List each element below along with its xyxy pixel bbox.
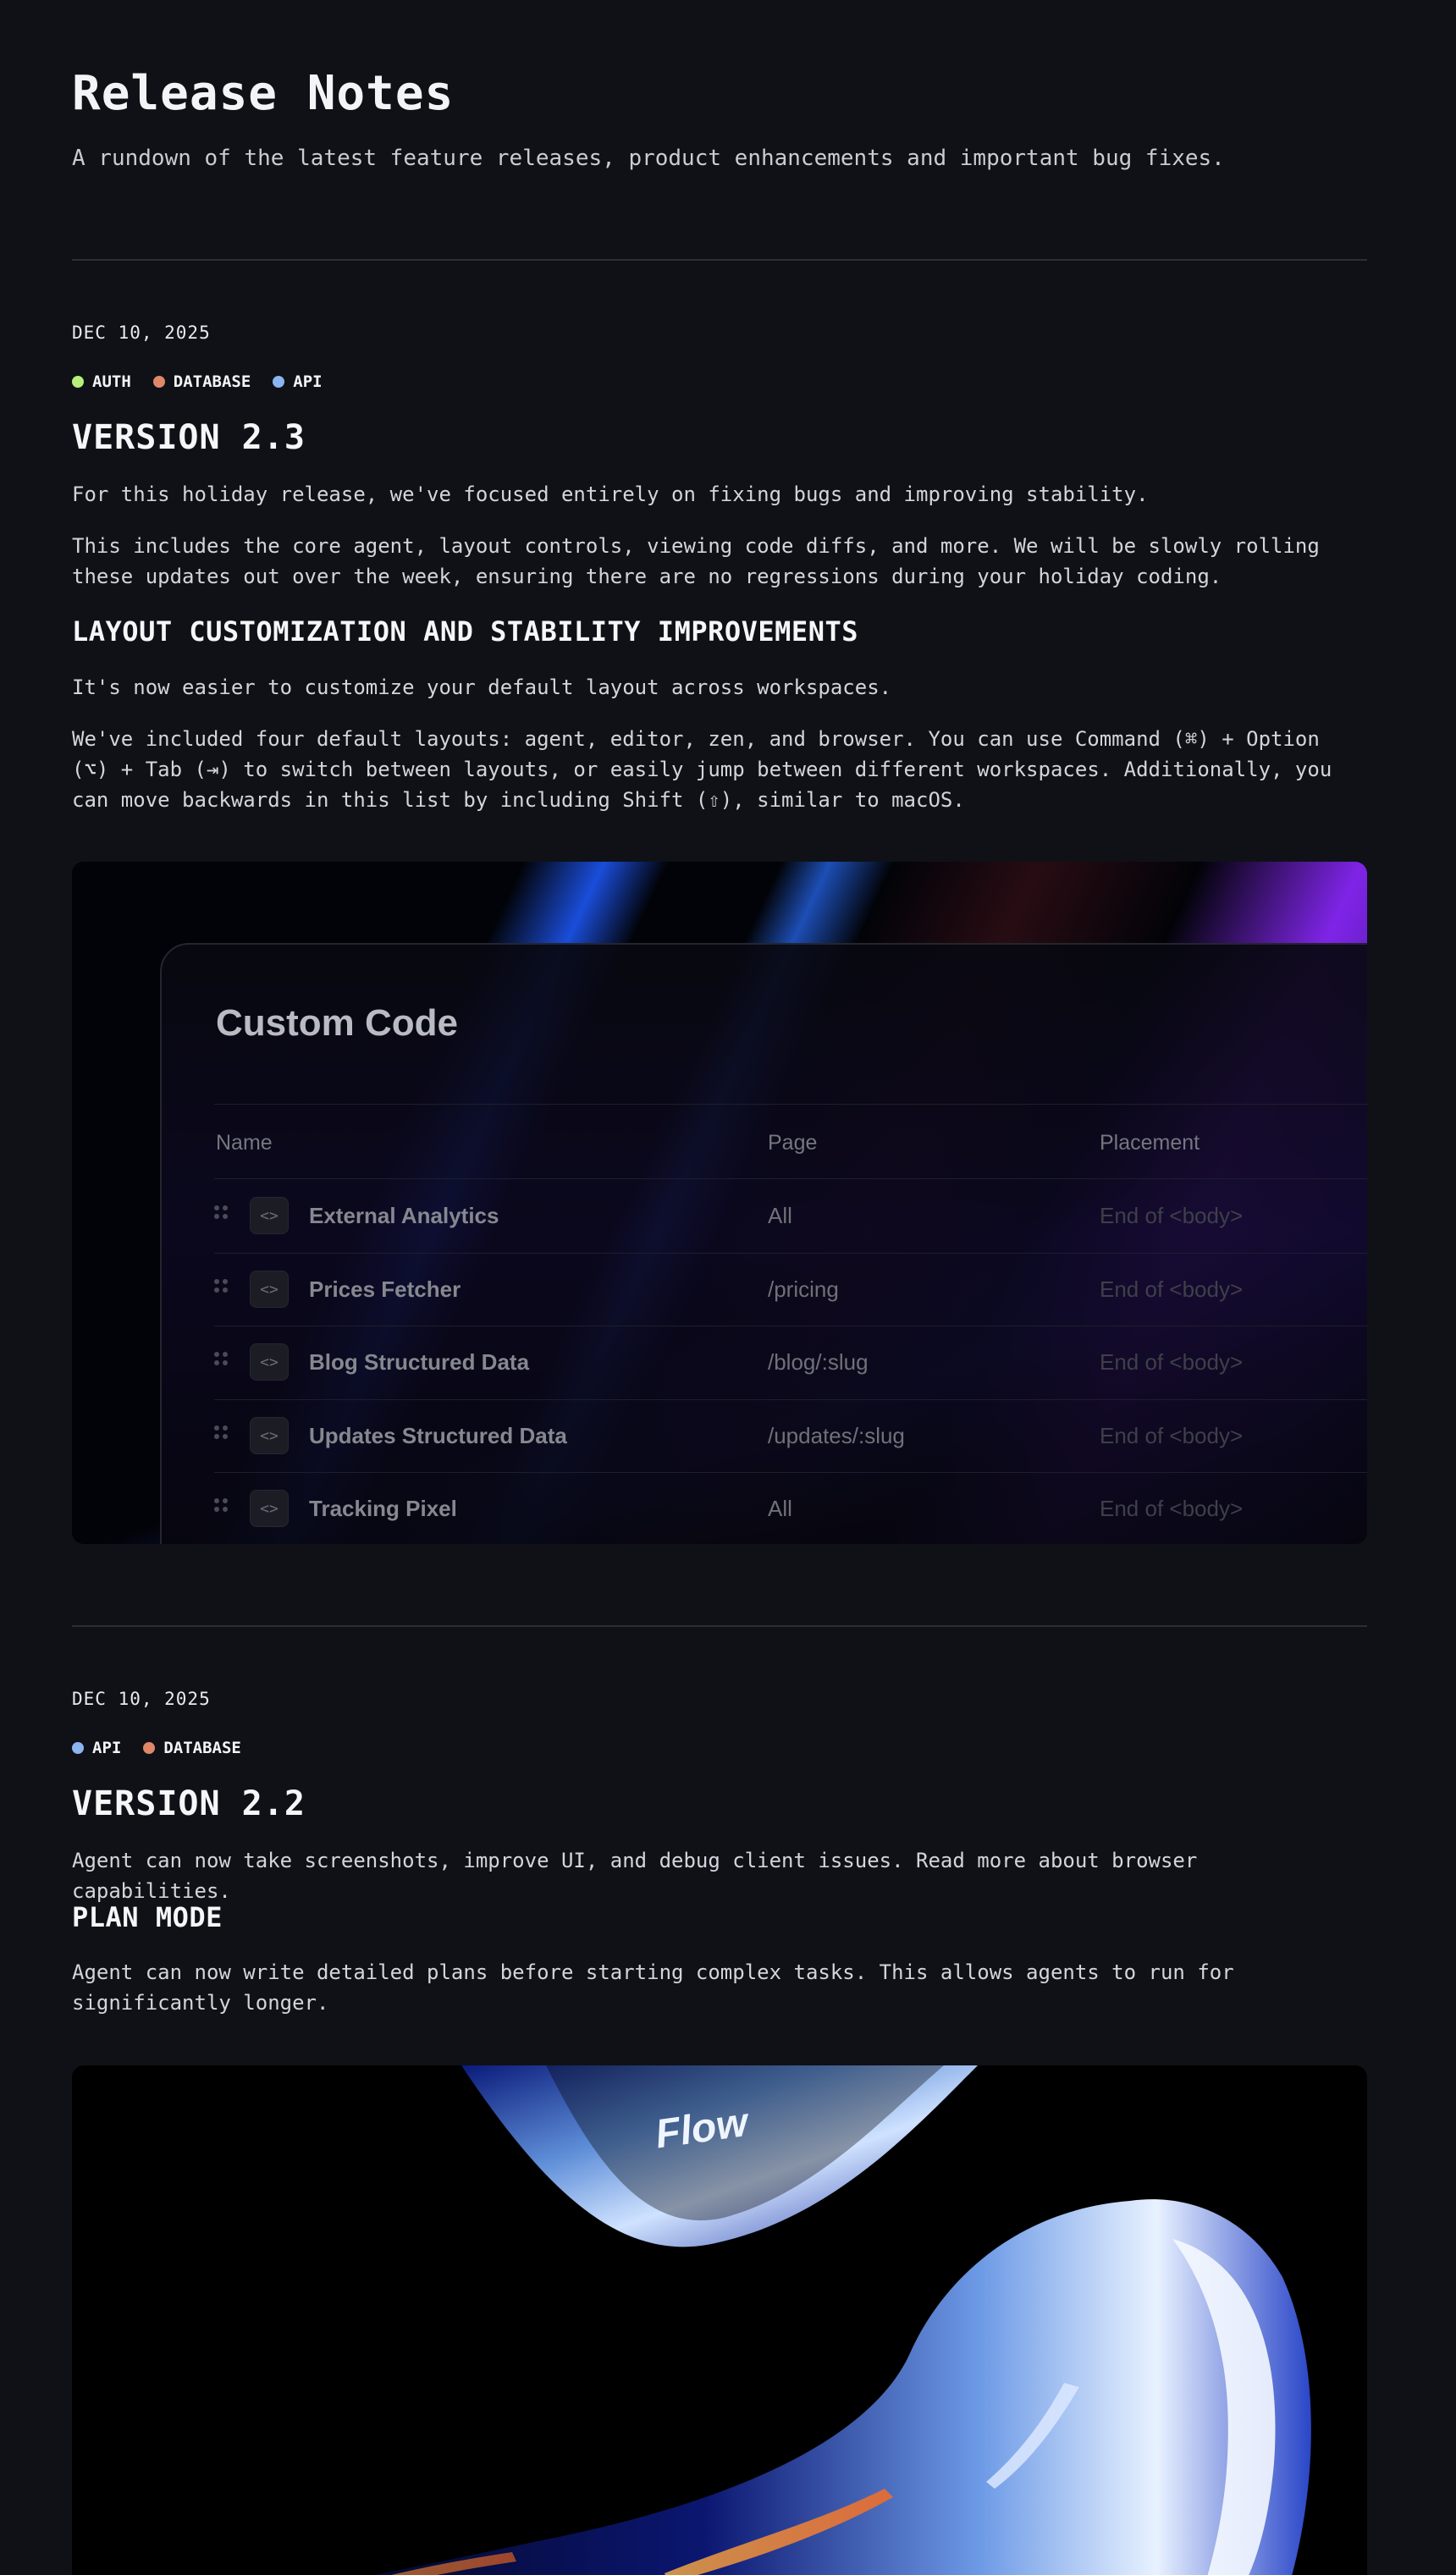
row-placement: End of <body> — [1100, 1423, 1244, 1448]
drag-handle-icon — [214, 1205, 229, 1221]
table-row: <> Updates Structured Data /updates/:slu… — [214, 1400, 1367, 1473]
tag-label: DATABASE — [163, 1739, 241, 1757]
column-header-name: Name — [216, 1131, 273, 1155]
row-page: /pricing — [768, 1276, 839, 1302]
drag-handle-icon — [214, 1498, 229, 1514]
tag-list: API DATABASE — [72, 1739, 241, 1757]
tag-database[interactable]: DATABASE — [143, 1739, 241, 1757]
tag-label: API — [293, 372, 323, 391]
row-page: All — [768, 1203, 792, 1228]
row-name: Prices Fetcher — [309, 1276, 461, 1302]
release-paragraph: Agent can now take screenshots, improve … — [72, 1849, 1198, 1903]
divider — [72, 1625, 1367, 1627]
page-subtitle: A rundown of the latest feature releases… — [72, 146, 1225, 171]
code-icon: <> — [250, 1417, 289, 1454]
table-row: <> Prices Fetcher /pricing End of <body> — [214, 1254, 1367, 1326]
row-placement: End of <body> — [1100, 1203, 1244, 1228]
drag-handle-icon — [214, 1279, 229, 1294]
column-header-placement: Placement — [1100, 1131, 1200, 1155]
version-heading: VERSION 2.3 — [72, 418, 306, 457]
tag-database[interactable]: DATABASE — [152, 372, 251, 391]
release-paragraph: For this holiday release, we've focused … — [72, 482, 1149, 506]
column-header-page: Page — [768, 1131, 818, 1155]
version-heading: VERSION 2.2 — [72, 1784, 306, 1823]
table-row: <> External Analytics All End of <body> — [214, 1180, 1367, 1253]
tag-dot — [72, 1742, 84, 1754]
row-name: External Analytics — [309, 1203, 499, 1228]
tag-auth[interactable]: AUTH — [72, 372, 131, 391]
flow-3d-shape: Flow — [374, 2065, 1311, 2575]
custom-code-screenshot: Custom Code Name Page Placement <> Exter… — [72, 862, 1367, 1544]
row-name: Blog Structured Data — [309, 1349, 530, 1375]
lower-body — [374, 2199, 1311, 2575]
divider — [72, 259, 1367, 261]
tag-label: API — [92, 1739, 122, 1757]
tag-label: DATABASE — [173, 372, 251, 391]
code-icon: <> — [250, 1490, 289, 1527]
tag-dot — [72, 376, 84, 388]
table-divider — [214, 1178, 1367, 1179]
page-title: Release Notes — [72, 66, 455, 121]
code-icon: <> — [250, 1197, 289, 1234]
section-paragraph: Agent can now write detailed plans befor… — [72, 1960, 1234, 2015]
tag-list: AUTH DATABASE API — [72, 372, 323, 391]
release-paragraph: This includes the core agent, layout con… — [72, 534, 1320, 588]
code-icon: <> — [250, 1271, 289, 1308]
row-placement: End of <body> — [1100, 1496, 1244, 1521]
release-date: DEC 10, 2025 — [72, 323, 211, 343]
section-paragraph: We've included four default layouts: age… — [72, 727, 1332, 812]
drag-handle-icon — [214, 1425, 229, 1441]
row-page: /blog/:slug — [768, 1349, 869, 1375]
section-heading: PLAN MODE — [72, 1901, 223, 1933]
row-placement: End of <body> — [1100, 1349, 1244, 1375]
code-icon: <> — [250, 1343, 289, 1381]
row-placement: End of <body> — [1100, 1276, 1244, 1302]
drag-handle-icon — [214, 1352, 229, 1367]
section-paragraph: It's now easier to customize your defaul… — [72, 675, 892, 699]
row-name: Tracking Pixel — [309, 1496, 457, 1521]
table-divider — [214, 1104, 1367, 1105]
flow-render-image: Flow — [72, 2065, 1367, 2575]
tag-dot — [273, 376, 285, 388]
tag-api[interactable]: API — [72, 1739, 121, 1757]
panel-title: Custom Code — [216, 1002, 458, 1044]
tag-dot — [152, 376, 165, 388]
row-page: All — [768, 1496, 792, 1521]
row-page: /updates/:slug — [768, 1423, 905, 1448]
release-date: DEC 10, 2025 — [72, 1689, 211, 1709]
tag-api[interactable]: API — [273, 372, 323, 391]
section-heading: LAYOUT CUSTOMIZATION AND STABILITY IMPRO… — [72, 615, 858, 648]
row-name: Updates Structured Data — [309, 1423, 567, 1448]
tag-dot — [143, 1742, 156, 1754]
table-row: <> Blog Structured Data /blog/:slug End … — [214, 1326, 1367, 1399]
tag-label: AUTH — [92, 372, 131, 391]
table-row: <> Tracking Pixel All End of <body> — [214, 1473, 1367, 1544]
